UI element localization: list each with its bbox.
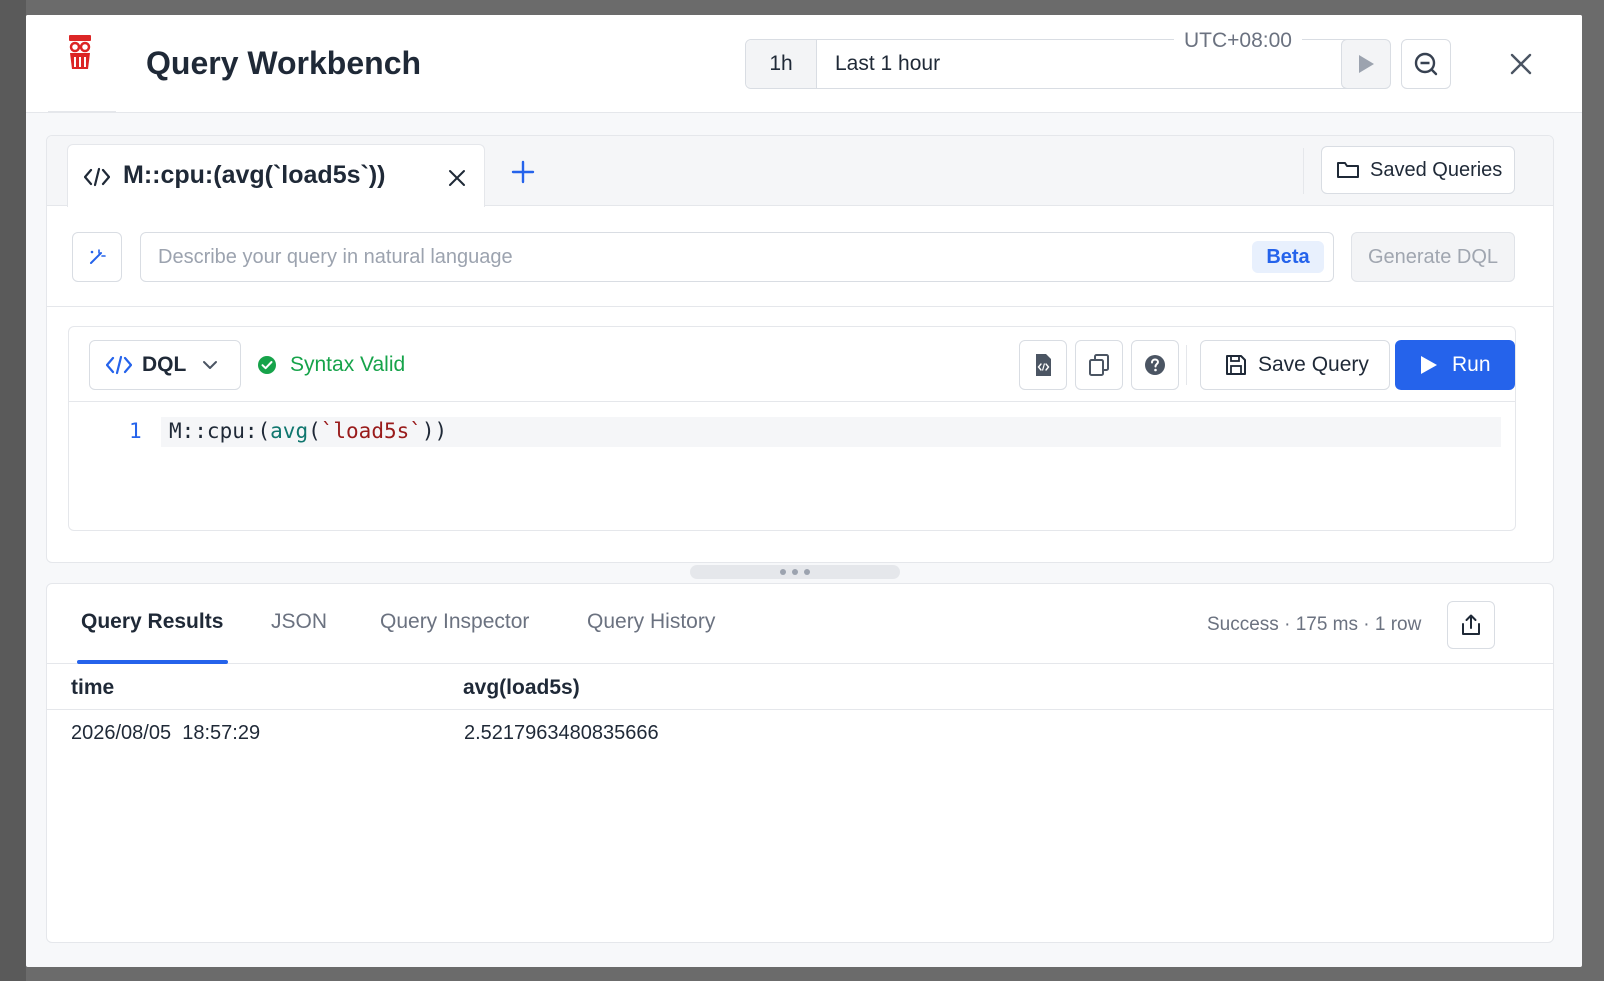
table-cell-time: 2026/08/05 18:57:29: [71, 722, 261, 744]
zoom-out-button[interactable]: [1401, 39, 1451, 89]
code-token-function: avg: [270, 419, 309, 443]
code-icon: [106, 355, 132, 375]
code-token: M::cpu:(: [169, 419, 271, 443]
backdrop: [0, 0, 26, 981]
page-title: Query Workbench: [146, 45, 422, 81]
save-query-button[interactable]: Save Query: [1200, 340, 1390, 390]
query-tab-label: M::cpu:(avg(`load5s`)): [123, 161, 386, 189]
time-range-label[interactable]: Last 1 hour: [835, 52, 940, 76]
export-button[interactable]: [1447, 601, 1495, 649]
close-tab-icon[interactable]: [448, 169, 466, 187]
tab-query-history[interactable]: Query History: [587, 610, 715, 634]
play-icon: [1421, 356, 1437, 374]
code-editor: DQL Syntax Valid Save Query Run 1 M::cpu…: [68, 326, 1516, 531]
copy-icon: [1089, 354, 1109, 376]
copy-button[interactable]: [1075, 340, 1123, 390]
tab-query-inspector[interactable]: Query Inspector: [380, 610, 529, 634]
format-button[interactable]: [1019, 340, 1067, 390]
line-number: 1: [129, 419, 142, 443]
editor-toolbar: DQL Syntax Valid Save Query Run: [69, 327, 1515, 402]
saved-queries-button[interactable]: Saved Queries: [1321, 146, 1515, 194]
zoom-out-icon: [1414, 52, 1438, 76]
query-tab-bar: M::cpu:(avg(`load5s`)) Saved Queries: [47, 136, 1553, 207]
query-status: Success · 175 ms · 1 row: [1207, 614, 1422, 635]
table-header: time avg(load5s): [47, 664, 1553, 710]
timezone-label[interactable]: UTC+08:00: [1174, 29, 1302, 53]
chevron-down-icon: [203, 361, 218, 369]
column-header-value[interactable]: avg(load5s): [463, 676, 580, 700]
help-button[interactable]: [1131, 340, 1179, 390]
handle-dot: [780, 569, 786, 575]
folder-icon: [1337, 162, 1359, 178]
natural-language-input[interactable]: [140, 232, 1334, 282]
refresh-run-button[interactable]: [1341, 39, 1391, 89]
save-icon: [1226, 355, 1246, 375]
save-query-label: Save Query: [1258, 353, 1369, 376]
results-panel: Query Results JSON Query Inspector Query…: [46, 583, 1554, 943]
beta-badge: Beta: [1252, 241, 1324, 273]
code-token-field: `load5s`: [320, 419, 422, 443]
handle-dot: [804, 569, 810, 575]
modal-header: Query Workbench 1h Last 1 hour UTC+08:00: [26, 15, 1582, 113]
table-cell-value: 2.5217963480835666: [464, 722, 659, 744]
share-icon: [1462, 614, 1480, 635]
magic-wand-icon: [90, 249, 106, 264]
resize-handle[interactable]: [690, 565, 900, 579]
run-button[interactable]: Run: [1395, 340, 1515, 390]
run-label: Run: [1452, 353, 1491, 376]
format-file-icon: [1036, 354, 1051, 376]
query-tab[interactable]: M::cpu:(avg(`load5s`)): [67, 144, 485, 207]
help-icon: [1145, 355, 1165, 375]
query-workbench-modal: Query Workbench 1h Last 1 hour UTC+08:00: [26, 15, 1582, 967]
add-tab-icon[interactable]: [511, 160, 535, 184]
logo-divider: [48, 111, 116, 113]
code-line[interactable]: M::cpu:(avg(`load5s`)): [169, 419, 447, 443]
time-range-short[interactable]: 1h: [746, 40, 817, 88]
close-icon[interactable]: [1508, 51, 1534, 77]
tab-query-results[interactable]: Query Results: [81, 610, 223, 634]
tab-json[interactable]: JSON: [271, 610, 327, 634]
syntax-status: Syntax Valid: [257, 353, 405, 377]
code-icon: [84, 167, 110, 187]
column-header-time[interactable]: time: [71, 676, 114, 700]
code-token: (: [308, 419, 321, 443]
language-label: DQL: [142, 353, 187, 376]
query-editor-panel: M::cpu:(avg(`load5s`)) Saved Queries Des…: [46, 135, 1554, 563]
check-circle-icon: [258, 356, 276, 374]
generate-dql-button[interactable]: Generate DQL: [1351, 232, 1515, 282]
code-token: )): [421, 419, 448, 443]
play-icon: [1359, 55, 1374, 73]
results-tab-bar: Query Results JSON Query Inspector Query…: [47, 584, 1553, 664]
syntax-status-label: Syntax Valid: [290, 353, 406, 376]
owl-logo-icon: [69, 35, 91, 69]
saved-queries-label: Saved Queries: [1370, 158, 1503, 181]
handle-dot: [792, 569, 798, 575]
tab-divider: [1303, 148, 1304, 194]
toolbar-divider: [1186, 345, 1187, 385]
magic-wand-button[interactable]: [72, 232, 122, 282]
natural-language-row: Beta Generate DQL: [47, 206, 1553, 307]
language-select[interactable]: DQL: [89, 340, 241, 390]
